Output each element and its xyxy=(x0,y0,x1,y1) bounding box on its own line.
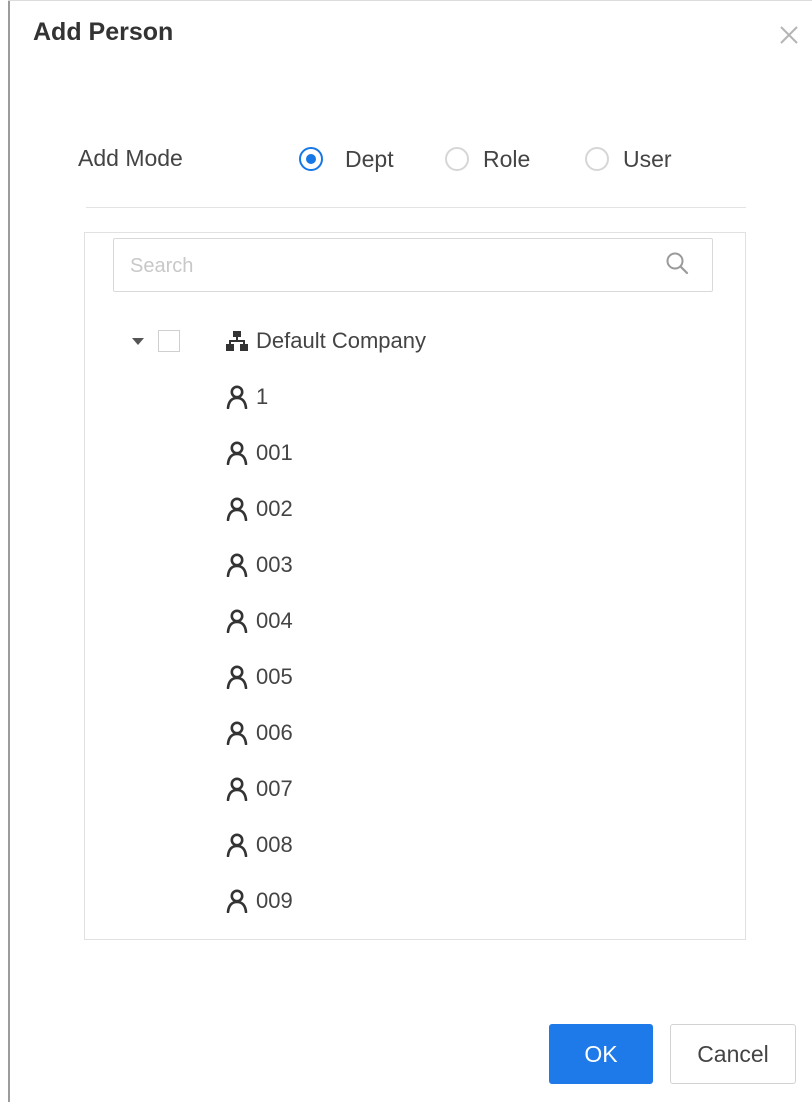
dialog-border xyxy=(8,0,10,1102)
radio-dept-indicator[interactable] xyxy=(299,147,323,171)
tree-node-label: 004 xyxy=(256,608,293,633)
tree-node-label: 001 xyxy=(256,440,293,465)
search-input[interactable] xyxy=(128,247,652,285)
person-icon xyxy=(226,497,248,521)
close-icon[interactable] xyxy=(776,22,802,48)
tree-node-label: 003 xyxy=(256,552,293,577)
person-icon xyxy=(226,553,248,577)
tree-node-person[interactable]: 006 xyxy=(226,718,293,748)
tree-node-label: 1 xyxy=(256,384,269,409)
tree-node-person[interactable]: 008 xyxy=(226,830,293,860)
tree-node-label: 005 xyxy=(256,664,293,689)
add-person-dialog: Add Person Add Mode Dept Role User Searc… xyxy=(0,0,812,1102)
tree-node-label: 002 xyxy=(256,496,293,521)
tree-node-default-company[interactable]: Default Company xyxy=(226,326,426,356)
radio-role[interactable]: Role xyxy=(445,145,530,173)
person-icon xyxy=(226,889,248,913)
person-icon xyxy=(226,441,248,465)
radio-dept[interactable]: Dept xyxy=(299,145,394,173)
tree-node-person[interactable]: 003 xyxy=(226,550,293,580)
ok-button[interactable]: OK xyxy=(549,1024,653,1084)
person-icon xyxy=(226,665,248,689)
company-checkbox[interactable] xyxy=(158,330,180,352)
add-mode-label: Add Mode xyxy=(78,145,183,171)
person-icon xyxy=(226,385,248,409)
section-divider xyxy=(86,207,746,208)
person-icon xyxy=(226,721,248,745)
person-icon xyxy=(226,777,248,801)
tree-node-person[interactable]: 005 xyxy=(226,662,293,692)
search-icon[interactable] xyxy=(663,249,691,277)
radio-role-indicator[interactable] xyxy=(445,147,469,171)
tree-node-label: 007 xyxy=(256,776,293,801)
search-box xyxy=(113,238,713,292)
person-icon xyxy=(226,609,248,633)
tree-node-person[interactable]: 1 xyxy=(226,382,268,412)
person-icon xyxy=(226,833,248,857)
tree-node-person[interactable]: 009 xyxy=(226,886,293,916)
dialog-title: Add Person xyxy=(33,18,174,46)
tree-node-label: 009 xyxy=(256,888,293,913)
radio-user[interactable]: User xyxy=(585,145,672,173)
tree-node-label: Default Company xyxy=(256,328,426,353)
tree-node-person[interactable]: 001 xyxy=(226,438,293,468)
tree-node-person[interactable]: 007 xyxy=(226,774,293,804)
radio-user-label: User xyxy=(623,145,672,172)
radio-role-label: Role xyxy=(483,145,531,172)
organization-icon xyxy=(226,331,248,351)
radio-dept-label: Dept xyxy=(345,145,394,172)
dialog-top-border xyxy=(8,0,812,1)
tree-node-person[interactable]: 002 xyxy=(226,494,293,524)
tree-node-person[interactable]: 004 xyxy=(226,606,293,636)
radio-user-indicator[interactable] xyxy=(585,147,609,171)
expand-caret-icon[interactable] xyxy=(130,333,146,349)
tree-node-label: 008 xyxy=(256,832,293,857)
tree-node-label: 006 xyxy=(256,720,293,745)
cancel-button[interactable]: Cancel xyxy=(670,1024,796,1084)
